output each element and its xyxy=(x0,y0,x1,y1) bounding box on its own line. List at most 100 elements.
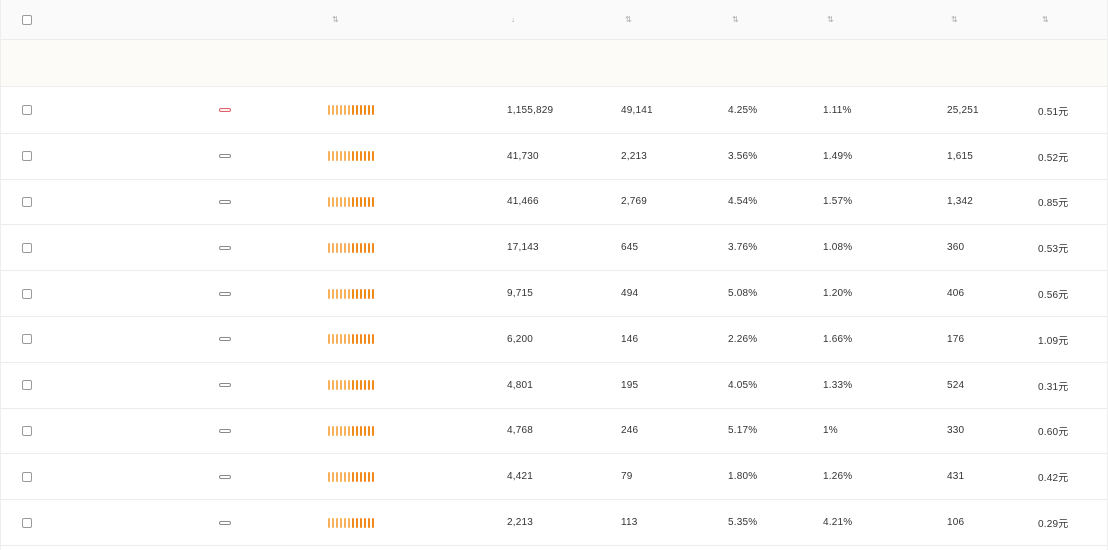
sort-icon[interactable]: ⇅ xyxy=(732,15,739,24)
sort-icon[interactable]: ⇅ xyxy=(951,15,958,24)
sort-icon[interactable]: ⇅ xyxy=(332,15,339,24)
heat-bar xyxy=(328,517,374,528)
heat-segment xyxy=(352,196,354,207)
heat-segment xyxy=(348,517,350,528)
heat-segment xyxy=(356,471,358,482)
value-cell-3: 3.56% xyxy=(728,134,757,179)
value-5: 431 xyxy=(947,471,965,483)
table-row[interactable]: 2,213 113 5.35% 4.21% 106 0.29元 xyxy=(1,500,1107,546)
value-cell-5: 431 xyxy=(947,454,964,499)
value-6: 0.42元 xyxy=(1038,473,1069,485)
header-col5-cell[interactable]: ⇅ xyxy=(947,0,958,39)
table-row[interactable]: 9,715 494 5.08% 1.20% 406 0.56元 xyxy=(1,271,1107,317)
header-col4-cell[interactable]: ⇅ xyxy=(823,0,834,39)
heat-segment xyxy=(360,288,362,299)
value-4: 1.11% xyxy=(823,104,852,116)
sort-desc-icon[interactable]: ↓ xyxy=(511,15,515,24)
value-cell-5: 176 xyxy=(947,317,964,362)
sort-icon[interactable]: ⇅ xyxy=(625,15,632,24)
heat-segment xyxy=(368,151,370,162)
row-checkbox[interactable] xyxy=(22,334,32,345)
heat-segment xyxy=(368,425,370,436)
value-1: 9,715 xyxy=(507,288,534,300)
heat-segment xyxy=(364,151,366,162)
row-checkbox[interactable] xyxy=(22,105,32,116)
table-header: ⇅ ↓ ⇅ ⇅ ⇅ ⇅ ⇅ xyxy=(1,0,1107,40)
value-cell-1: 2,213 xyxy=(507,500,533,545)
table-row[interactable]: 41,730 2,213 3.56% 1.49% 1,615 0.52元 xyxy=(1,134,1107,180)
sort-icon[interactable]: ⇅ xyxy=(1042,15,1049,24)
heat-segment xyxy=(332,288,334,299)
table-row[interactable]: 4,421 79 1.80% 1.26% 431 0.42元 xyxy=(1,454,1107,501)
heat-segment xyxy=(344,334,346,345)
row-checkbox[interactable] xyxy=(22,471,32,482)
header-col2-cell[interactable]: ⇅ xyxy=(621,0,632,39)
row-checkbox[interactable] xyxy=(22,380,32,391)
header-col6-cell[interactable]: ⇅ xyxy=(1038,0,1049,39)
heat-segment xyxy=(352,105,354,116)
value-1: 4,421 xyxy=(507,471,534,483)
value-cell-5: 330 xyxy=(947,409,964,454)
row-checkbox[interactable] xyxy=(22,242,32,253)
select-all-checkbox[interactable] xyxy=(22,14,32,25)
tag-cell xyxy=(219,271,231,316)
sort-icon[interactable]: ⇅ xyxy=(827,15,834,24)
header-col3-cell[interactable]: ⇅ xyxy=(728,0,739,39)
heat-cell xyxy=(328,317,374,362)
value-6: 0.56元 xyxy=(1038,290,1069,302)
table-row[interactable]: 17,143 645 3.76% 1.08% 360 0.53元 xyxy=(1,225,1107,272)
row-checkbox[interactable] xyxy=(22,196,32,207)
heat-segment xyxy=(332,105,334,116)
heat-segment xyxy=(336,196,338,207)
value-4: 1.33% xyxy=(823,379,853,391)
value-cell-6: 0.31元 xyxy=(1038,363,1068,408)
heat-bar xyxy=(328,471,374,482)
heat-segment xyxy=(352,288,354,299)
heat-segment xyxy=(356,334,358,345)
value-2: 645 xyxy=(621,242,639,254)
table-row[interactable]: 4,768 246 5.17% 1% 330 0.60元 xyxy=(1,409,1107,455)
row-checkbox[interactable] xyxy=(22,517,32,528)
normal-tag-badge xyxy=(219,520,231,525)
value-cell-4: 1.26% xyxy=(823,454,852,499)
heat-segment xyxy=(336,380,338,391)
heat-cell xyxy=(328,500,374,545)
value-cell-3: 4.05% xyxy=(728,363,757,408)
header-col1-cell[interactable]: ↓ xyxy=(507,0,515,39)
heat-segment xyxy=(328,517,330,528)
heat-segment xyxy=(364,242,366,253)
value-5: 25,251 xyxy=(947,104,979,116)
row-checkbox[interactable] xyxy=(22,288,32,299)
value-6: 0.51元 xyxy=(1038,106,1069,118)
heat-segment xyxy=(360,380,362,391)
header-heat-cell[interactable]: ⇅ xyxy=(328,0,339,39)
heat-segment xyxy=(368,105,370,116)
table-row[interactable]: 41,466 2,769 4.54% 1.57% 1,342 0.85元 xyxy=(1,180,1107,226)
value-cell-6: 0.56元 xyxy=(1038,271,1068,316)
value-3: 5.17% xyxy=(728,425,758,437)
value-cell-2: 195 xyxy=(621,363,638,408)
heat-segment xyxy=(356,196,358,207)
heat-segment xyxy=(352,517,354,528)
value-4: 1.08% xyxy=(823,242,853,254)
row-checkbox[interactable] xyxy=(22,151,32,162)
heat-segment xyxy=(352,334,354,345)
value-cell-1: 9,715 xyxy=(507,271,533,316)
table-row[interactable]: 1,155,829 49,141 4.25% 1.11% 25,251 0.51… xyxy=(1,88,1107,134)
heat-segment xyxy=(348,288,350,299)
table-row[interactable]: 4,801 195 4.05% 1.33% 524 0.31元 xyxy=(1,363,1107,409)
heat-segment xyxy=(328,196,330,207)
heat-segment xyxy=(328,105,330,116)
heat-cell xyxy=(328,225,374,270)
heat-segment xyxy=(368,471,370,482)
heat-segment xyxy=(364,380,366,391)
heat-segment xyxy=(332,242,334,253)
table-row[interactable]: 6,200 146 2.26% 1.66% 176 1.09元 xyxy=(1,317,1107,363)
value-2: 246 xyxy=(621,425,639,437)
value-cell-4: 1.20% xyxy=(823,271,852,316)
keyword-cell xyxy=(22,317,41,362)
heat-segment xyxy=(328,425,330,436)
heat-segment xyxy=(360,425,362,436)
value-1: 2,213 xyxy=(507,517,534,529)
row-checkbox[interactable] xyxy=(22,425,32,436)
